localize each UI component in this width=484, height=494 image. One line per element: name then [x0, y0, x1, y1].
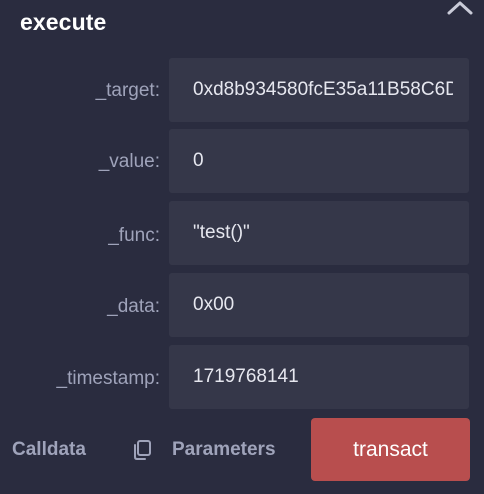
- param-field-value[interactable]: [169, 129, 469, 193]
- timestamp-input[interactable]: [193, 366, 453, 388]
- param-label-target: _target:: [95, 80, 160, 101]
- transact-button[interactable]: transact: [311, 418, 470, 481]
- param-label-timestamp: _timestamp:: [56, 368, 160, 389]
- func-input[interactable]: [193, 222, 453, 244]
- target-input[interactable]: [193, 79, 453, 101]
- calldata-button[interactable]: Calldata: [12, 439, 86, 461]
- chevron-up-icon: [442, 0, 478, 16]
- param-label-value: _value:: [98, 151, 160, 172]
- param-field-data[interactable]: [169, 273, 469, 337]
- collapse-button[interactable]: [442, 0, 478, 16]
- param-label-data: _data:: [107, 296, 160, 317]
- parameters-button[interactable]: Parameters: [172, 439, 276, 461]
- param-field-timestamp[interactable]: [169, 345, 469, 409]
- function-title: execute: [20, 9, 107, 35]
- value-input[interactable]: [193, 150, 453, 172]
- param-field-target[interactable]: [169, 58, 469, 122]
- data-input[interactable]: [193, 294, 453, 316]
- copy-icon[interactable]: [131, 439, 153, 461]
- param-field-func[interactable]: [169, 201, 469, 265]
- param-label-func: _func:: [108, 225, 160, 246]
